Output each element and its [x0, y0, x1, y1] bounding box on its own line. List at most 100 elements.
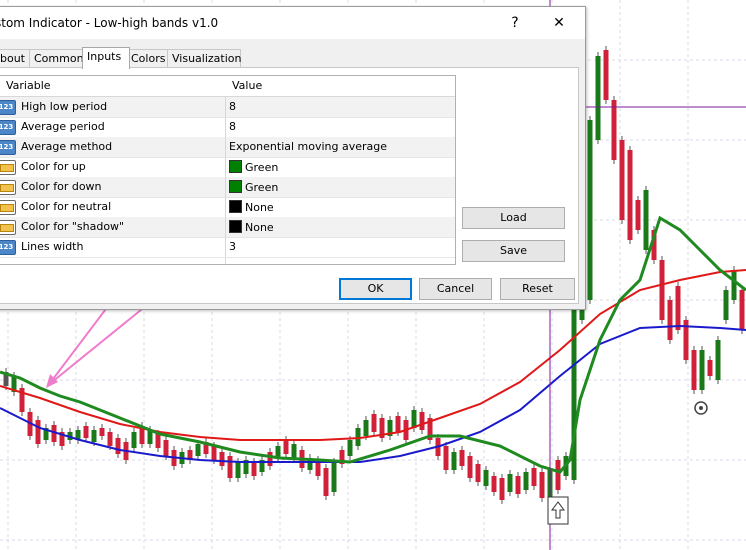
color-swatch: [229, 220, 242, 233]
candle-body: [267, 452, 273, 466]
variable-name: Lines width: [21, 240, 84, 253]
candle-body: [731, 270, 737, 300]
value-text: 3: [229, 240, 236, 253]
header-variable: Variable: [6, 79, 51, 92]
color-input-icon: [0, 180, 16, 195]
inputs-grid: Variable Value 123 High low period 8 123 Ave…: [0, 75, 456, 265]
candle-body: [475, 464, 481, 482]
candle-body: [555, 460, 561, 490]
variable-value[interactable]: None: [229, 220, 274, 234]
color-input-icon: [0, 200, 16, 215]
candle-body: [739, 290, 745, 330]
dialog-titlebar[interactable]: stom Indicator - Low-high bands v1.0 ? ✕: [0, 7, 585, 39]
candle-body: [515, 476, 521, 494]
candle-body: [155, 434, 161, 448]
tab-common[interactable]: Common: [29, 49, 85, 68]
candle-body: [603, 50, 609, 100]
numeric-input-icon: 123: [0, 240, 16, 255]
variable-value[interactable]: Exponential moving average: [229, 140, 387, 153]
save-button[interactable]: Save: [462, 240, 565, 262]
variable-name: Color for neutral: [21, 200, 112, 213]
grid-row[interactable]: Color for up Green: [0, 157, 455, 178]
candle-body: [411, 410, 417, 428]
candle-body: [459, 450, 465, 466]
variable-value[interactable]: Green: [229, 160, 278, 174]
candle-body: [667, 300, 673, 340]
color-swatch: [229, 200, 242, 213]
candle-body: [491, 476, 497, 492]
tab-visualization[interactable]: Visualization: [167, 49, 241, 68]
variable-value[interactable]: 3: [229, 240, 236, 253]
row-separator: [225, 237, 226, 257]
help-button[interactable]: ?: [501, 12, 529, 34]
candle-body: [235, 462, 241, 478]
value-text: 8: [229, 120, 236, 133]
grid-row[interactable]: Color for neutral None: [0, 197, 455, 218]
dialog-title: stom Indicator - Low-high bands v1.0: [0, 16, 219, 30]
candle-body: [507, 474, 513, 492]
grid-row[interactable]: Color for down Green: [0, 177, 455, 198]
reset-button[interactable]: Reset: [500, 278, 575, 300]
candle-body: [595, 56, 601, 140]
color-input-icon: [0, 220, 16, 235]
indicator-settings-dialog: stom Indicator - Low-high bands v1.0 ? ✕…: [0, 6, 586, 310]
grid-row[interactable]: 123 Lines width 3: [0, 237, 455, 258]
grid-row[interactable]: 123 Average method Exponential moving aver…: [0, 137, 455, 158]
candle-body: [443, 446, 449, 470]
value-text: Exponential moving average: [229, 140, 388, 153]
numeric-input-icon: 123: [0, 120, 16, 135]
candle-body: [323, 468, 329, 496]
candle-body: [115, 438, 121, 454]
variable-value[interactable]: 8: [229, 120, 236, 133]
grid-row[interactable]: Color for "shadow" None: [0, 217, 455, 238]
tab-about[interactable]: bout: [0, 49, 31, 68]
load-button[interactable]: Load: [462, 207, 565, 229]
candle-body: [251, 462, 257, 476]
candle-body: [699, 350, 705, 390]
candle-body: [355, 428, 361, 446]
candle-body: [219, 452, 225, 466]
candle-body: [467, 456, 473, 478]
candle-body: [371, 414, 377, 432]
value-text: 8: [229, 100, 236, 113]
candle-body: [395, 416, 401, 432]
candle-body: [83, 426, 89, 438]
target-circle-icon[interactable]: [694, 401, 708, 415]
variable-value[interactable]: None: [229, 200, 274, 214]
candle-body: [675, 286, 681, 330]
row-separator: [225, 117, 226, 137]
close-button[interactable]: ✕: [545, 12, 573, 34]
candle-body: [659, 260, 665, 320]
candle-body: [499, 478, 505, 500]
color-swatch: [229, 180, 242, 193]
candle-body: [643, 190, 649, 250]
candle-body: [107, 432, 113, 446]
row-separator: [225, 197, 226, 217]
candle-body: [723, 290, 729, 320]
candle-body: [419, 412, 425, 430]
variable-name: Color for "shadow": [21, 220, 125, 233]
grid-row[interactable]: 123 High low period 8: [0, 97, 455, 118]
variable-value[interactable]: 8: [229, 100, 236, 113]
tab-inputs[interactable]: Inputs: [82, 47, 130, 69]
candle-body: [707, 360, 713, 376]
candle-body: [347, 440, 353, 456]
numeric-input-icon: 123: [0, 140, 16, 155]
grid-row[interactable]: 123 Average period 8: [0, 117, 455, 138]
tab-colors[interactable]: Colors: [126, 49, 172, 68]
candle-body: [227, 456, 233, 478]
cancel-button[interactable]: Cancel: [419, 278, 492, 300]
row-separator: [225, 157, 226, 177]
up-arrow-marker[interactable]: [547, 496, 569, 525]
row-separator: [225, 177, 226, 197]
candle-body: [363, 420, 369, 436]
candle-body: [531, 468, 537, 486]
row-separator: [225, 97, 226, 117]
row-separator: [225, 137, 226, 157]
candle-body: [627, 150, 633, 240]
candle-body: [91, 430, 97, 442]
variable-value[interactable]: Green: [229, 180, 278, 194]
ok-button[interactable]: OK: [339, 278, 412, 300]
variable-name: Color for down: [21, 180, 102, 193]
value-text: None: [245, 201, 274, 214]
